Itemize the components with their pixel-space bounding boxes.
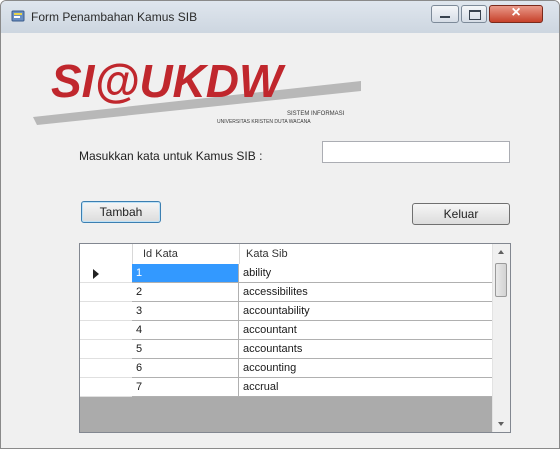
table-row[interactable]: 1 ability <box>80 264 494 283</box>
row-selector[interactable] <box>80 378 132 397</box>
current-row-arrow-icon <box>93 269 99 279</box>
window-title: Form Penambahan Kamus SIB <box>31 10 198 24</box>
table-row[interactable]: 3 accountability <box>80 302 494 321</box>
column-header-id-kata[interactable]: Id Kata <box>132 244 239 264</box>
grid-header: Id Kata Kata Sib <box>80 244 494 265</box>
cell-kata-sib[interactable]: accountants <box>239 340 494 359</box>
scroll-up-arrow-icon[interactable] <box>493 244 510 261</box>
header-row-selector <box>80 244 132 264</box>
close-button[interactable] <box>489 4 543 23</box>
cell-id-kata[interactable]: 1 <box>132 264 239 283</box>
kamus-data-grid[interactable]: Id Kata Kata Sib 1 ability 2 accessibilites… <box>79 243 511 433</box>
row-selector[interactable] <box>80 359 132 378</box>
cell-id-kata[interactable]: 3 <box>132 302 239 321</box>
scroll-down-arrow-icon[interactable] <box>493 415 510 432</box>
cell-kata-sib[interactable]: ability <box>239 264 494 283</box>
row-selector[interactable] <box>80 264 132 283</box>
cell-id-kata[interactable]: 7 <box>132 378 239 397</box>
maximize-button[interactable] <box>461 5 487 23</box>
table-row[interactable]: 4 accountant <box>80 321 494 340</box>
cell-kata-sib[interactable]: accrual <box>239 378 494 397</box>
table-row[interactable]: 5 accountants <box>80 340 494 359</box>
cell-kata-sib[interactable]: accountant <box>239 321 494 340</box>
kata-input[interactable] <box>322 141 510 163</box>
form-client-area: SI@UKDW SISTEM INFORMASI UNIVERSITAS KRI… <box>9 33 551 440</box>
logo-line1: SISTEM INFORMASI <box>287 111 345 117</box>
main-window: Form Penambahan Kamus SIB SI@UKDW SISTEM… <box>0 0 560 449</box>
siukdw-logo: SI@UKDW SISTEM INFORMASI UNIVERSITAS KRI… <box>33 55 361 125</box>
app-icon <box>11 10 25 22</box>
kata-input-label: Masukkan kata untuk Kamus SIB : <box>79 149 263 163</box>
cell-kata-sib[interactable]: accountability <box>239 302 494 321</box>
vertical-scrollbar[interactable] <box>492 244 510 432</box>
cell-id-kata[interactable]: 5 <box>132 340 239 359</box>
row-selector[interactable] <box>80 302 132 321</box>
tambah-button[interactable]: Tambah <box>81 201 161 223</box>
cell-id-kata[interactable]: 6 <box>132 359 239 378</box>
scroll-thumb[interactable] <box>495 263 507 297</box>
title-bar[interactable]: Form Penambahan Kamus SIB <box>1 1 559 33</box>
logo-line2: UNIVERSITAS KRISTEN DUTA WACANA <box>217 119 311 125</box>
column-header-kata-sib[interactable]: Kata Sib <box>239 244 494 264</box>
cell-kata-sib[interactable]: accessibilites <box>239 283 494 302</box>
table-row[interactable]: 7 accrual <box>80 378 494 397</box>
cell-id-kata[interactable]: 2 <box>132 283 239 302</box>
cell-kata-sib[interactable]: accounting <box>239 359 494 378</box>
row-selector[interactable] <box>80 340 132 359</box>
cell-id-kata[interactable]: 4 <box>132 321 239 340</box>
table-row[interactable]: 2 accessibilites <box>80 283 494 302</box>
keluar-button[interactable]: Keluar <box>412 203 510 225</box>
row-selector[interactable] <box>80 321 132 340</box>
table-row[interactable]: 6 accounting <box>80 359 494 378</box>
minimize-button[interactable] <box>431 5 459 23</box>
row-selector[interactable] <box>80 283 132 302</box>
logo-wordmark: SI@UKDW <box>51 55 286 107</box>
